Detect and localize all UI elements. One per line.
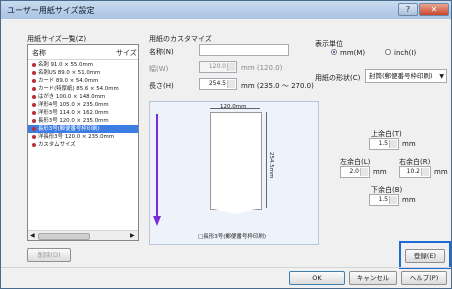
right-margin-input[interactable]: 10.2 <box>399 166 431 178</box>
height-dimension-line <box>266 112 267 208</box>
paper-icon <box>32 142 36 147</box>
paper-size-list[interactable]: 名称 サイズ 名刺 91.0 × 55.0mm 名刺US 89.0 × 51.0… <box>27 44 139 241</box>
left-margin-input[interactable]: 2.0 <box>340 166 370 178</box>
list-item[interactable]: 名刺US 89.0 × 51.0mm <box>28 69 138 77</box>
chevron-down-icon: ▼ <box>439 73 444 80</box>
length-input[interactable]: 254.5 <box>199 78 237 90</box>
list-header: 名称 サイズ <box>28 45 138 60</box>
preview-caption: □長形3号(郵便番号枠印刷) <box>198 234 266 240</box>
name-input[interactable] <box>199 44 289 56</box>
list-item[interactable]: 洋長形3号 120.0 × 235.0mm <box>28 133 138 141</box>
preview-width-text: 120.0mm <box>220 104 247 110</box>
preview-panel: 120.0mm 254.5mm □長形3号(郵便番号枠印刷) <box>149 101 319 245</box>
paper-icon <box>32 102 36 107</box>
length-label: 長さ(H) <box>149 82 174 90</box>
bottom-margin-unit: mm <box>402 196 416 204</box>
ok-button[interactable]: OK <box>289 271 345 285</box>
paper-form-label: 用紙の形状(C) <box>315 74 361 82</box>
arrow-down-icon <box>153 216 161 226</box>
column-size-header[interactable]: サイズ <box>116 48 137 58</box>
cancel-button[interactable]: キャンセル <box>349 271 397 285</box>
horizontal-scrollbar[interactable]: ◀ ▶ <box>28 230 138 240</box>
list-item[interactable]: カード 89.0 × 54.0mm <box>28 77 138 85</box>
list-item[interactable]: カード(特厚紙) 85.6 × 54.0mm <box>28 85 138 93</box>
list-item-selected[interactable]: 長形3号(郵便番号枠印刷) <box>28 125 138 133</box>
list-item[interactable]: 長形3号 120.0 × 235.0mm <box>28 117 138 125</box>
dialog-window: ユーザー用紙サイズ設定 ? ✕ 用紙サイズ一覧(Z) 名称 サイズ 名刺 91.… <box>0 0 452 289</box>
register-button[interactable]: 登録(E) <box>405 249 445 263</box>
help-button[interactable]: ヘルプ(P) <box>401 271 447 285</box>
delete-button[interactable]: 削除(D) <box>27 248 71 262</box>
list-item[interactable]: 名刺 91.0 × 55.0mm <box>28 61 138 69</box>
paper-icon <box>32 110 36 115</box>
column-name-header[interactable]: 名称 <box>32 48 46 58</box>
unit-mm-label[interactable]: mm(M) <box>340 49 365 57</box>
width-label: 幅(W) <box>149 65 169 73</box>
units-label: 表示単位 <box>315 40 343 48</box>
close-button[interactable]: ✕ <box>419 3 449 16</box>
top-margin-input[interactable]: 1.5 <box>369 138 399 150</box>
paper-icon <box>32 70 36 75</box>
list-section-label: 用紙サイズ一覧(Z) <box>27 35 87 43</box>
paper-icon <box>32 126 36 131</box>
unit-inch-radio[interactable] <box>385 49 391 55</box>
paper-icon <box>32 78 36 83</box>
custom-section-label: 用紙のカスタマイズ <box>149 35 212 43</box>
title-help-button[interactable]: ? <box>398 3 418 16</box>
right-margin-unit: mm <box>434 168 448 176</box>
list-item[interactable]: 洋形3号 114.0 × 162.0mm <box>28 109 138 117</box>
scroll-right-icon[interactable]: ▶ <box>130 232 135 239</box>
list-item[interactable]: 洋形4号 105.0 × 235.0mm <box>28 101 138 109</box>
width-unit-text: mm (120.0) <box>241 64 283 72</box>
unit-inch-label[interactable]: inch(I) <box>394 49 416 57</box>
paper-icon <box>32 94 36 99</box>
scroll-thumb[interactable] <box>38 233 90 240</box>
paper-icon <box>32 118 36 123</box>
feed-direction-arrow <box>156 114 158 218</box>
left-margin-unit: mm <box>373 168 387 176</box>
paper-icon <box>32 134 36 139</box>
window-title: ユーザー用紙サイズ設定 <box>7 6 95 15</box>
preview-height-text: 254.5mm <box>268 152 274 179</box>
width-input[interactable]: 120.0 <box>199 61 237 73</box>
unit-mm-radio[interactable] <box>331 49 337 55</box>
envelope-shape <box>210 112 262 210</box>
scroll-left-icon[interactable]: ◀ <box>30 232 35 239</box>
name-label: 名称(N) <box>149 48 174 56</box>
list-item[interactable]: はがき 100.0 × 148.0mm <box>28 93 138 101</box>
length-unit-text: mm (235.0 ～ 270.0) <box>241 82 314 90</box>
envelope-flap <box>210 208 260 214</box>
paper-form-select[interactable]: 封筒(郵便番号枠印刷) ▼ <box>365 69 447 83</box>
top-margin-unit: mm <box>402 140 416 148</box>
bottom-margin-input[interactable]: 1.5 <box>369 194 399 206</box>
paper-icon <box>32 86 36 91</box>
title-bar: ユーザー用紙サイズ設定 ? ✕ <box>1 1 451 19</box>
list-item[interactable]: カスタムサイズ <box>28 141 138 149</box>
paper-icon <box>32 62 36 67</box>
divider <box>1 267 451 268</box>
